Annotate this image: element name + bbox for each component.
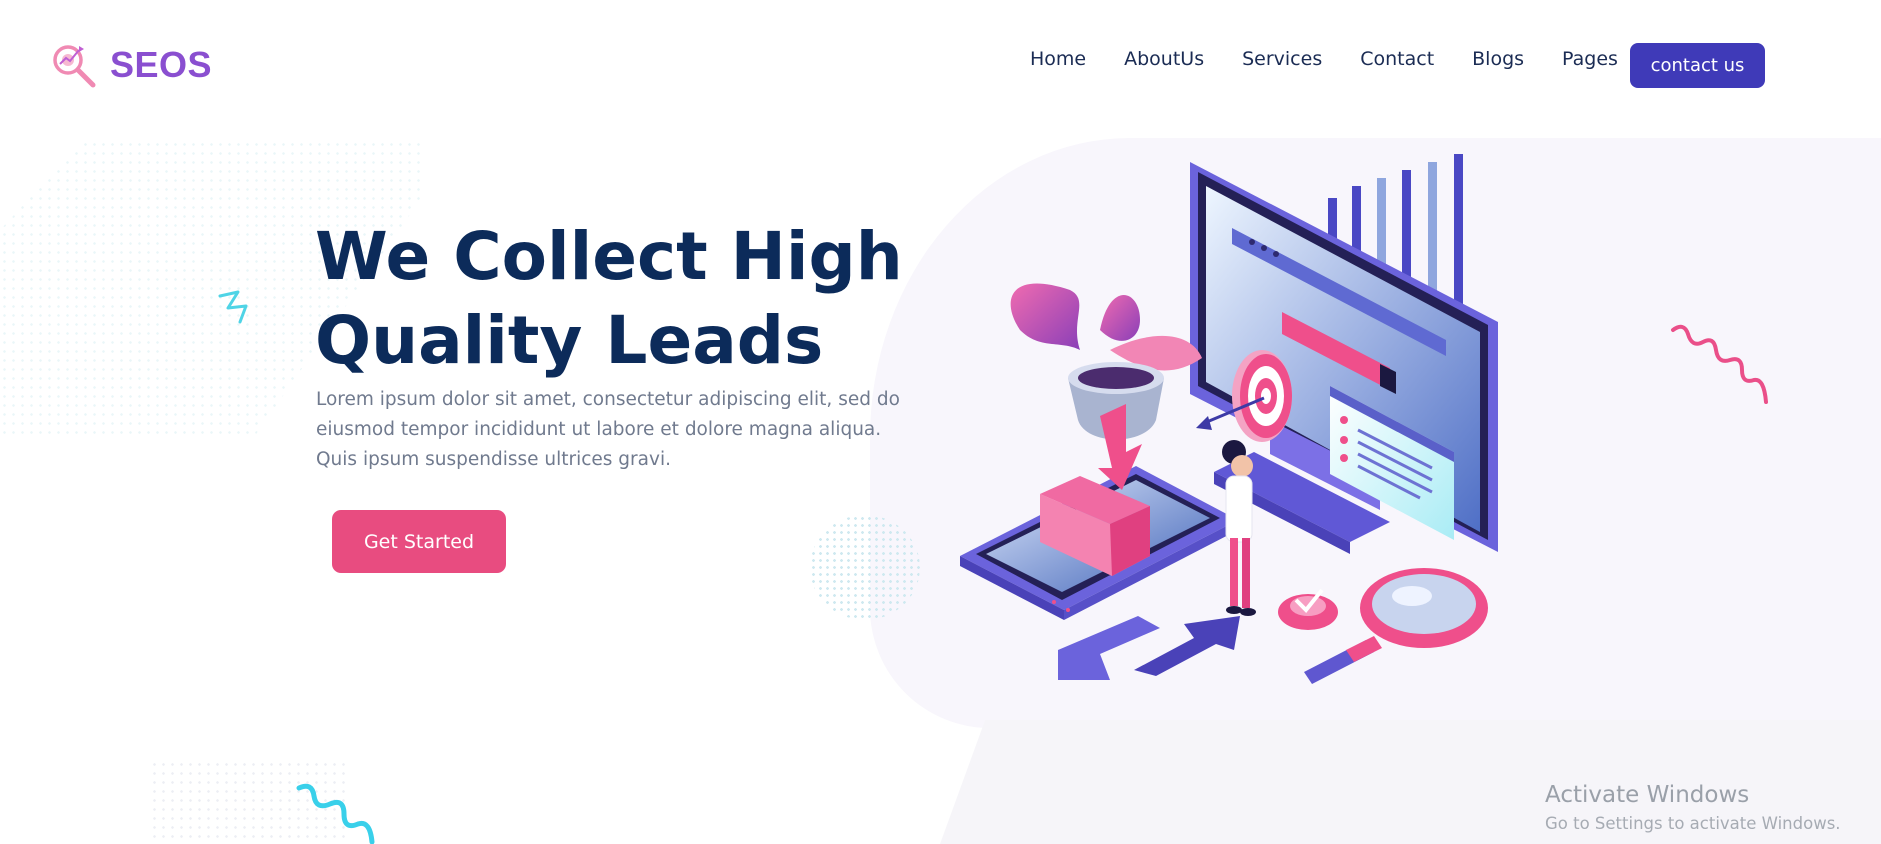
nav-home[interactable]: Home	[1030, 48, 1086, 70]
hero-title: We Collect High Quality Leads	[315, 215, 965, 383]
squiggle-pink-icon	[1671, 324, 1768, 404]
hero-description: Lorem ipsum dolor sit amet, consectetur …	[316, 389, 900, 470]
dot-pattern-circle	[810, 515, 920, 620]
magnifying-glass-icon	[1304, 568, 1488, 684]
check-badge-icon	[1278, 588, 1338, 630]
nav-services[interactable]: Services	[1242, 48, 1322, 70]
seo-magnifier-logo-icon	[53, 45, 96, 88]
activate-windows-subtitle: Go to Settings to activate Windows.	[1545, 814, 1841, 833]
contact-us-button[interactable]: contact us	[1630, 43, 1765, 88]
seo-illustration	[960, 154, 1498, 684]
zigzag-cyan-icon	[218, 290, 248, 324]
nav-about-us[interactable]: AboutUs	[1124, 48, 1204, 70]
nav-blogs[interactable]: Blogs	[1472, 48, 1524, 70]
brand-logo[interactable]: SEOS	[48, 40, 212, 90]
swap-arrows-icon	[1058, 616, 1240, 680]
hero-title-line-1: We Collect High	[315, 218, 903, 295]
nav-pages[interactable]: Pages	[1562, 48, 1618, 70]
get-started-button[interactable]: Get Started	[332, 510, 506, 573]
hero-title-line-2: Quality Leads	[315, 302, 824, 379]
activate-windows-title: Activate Windows	[1545, 782, 1750, 808]
nav-contact[interactable]: Contact	[1360, 48, 1434, 70]
main-nav: Home AboutUs Services Contact Blogs Page…	[1030, 48, 1618, 70]
brand-name: SEOS	[110, 44, 213, 85]
squiggle-cyan-icon	[296, 783, 375, 844]
